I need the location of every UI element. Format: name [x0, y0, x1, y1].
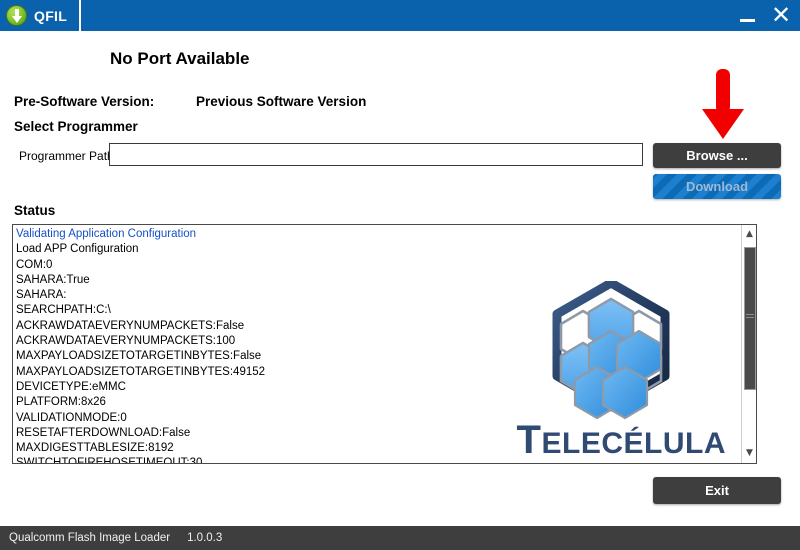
- scrollbar-thumb[interactable]: [744, 247, 756, 390]
- red-down-arrow-annotation: [702, 69, 744, 139]
- status-log-line: SAHARA:: [16, 289, 67, 302]
- port-status-heading: No Port Available: [110, 49, 250, 68]
- status-log-line: DEVICETYPE:eMMC: [16, 380, 126, 393]
- scroll-down-icon[interactable]: ▼: [742, 446, 756, 461]
- qfil-window: QFIL ✕ No Port Available Pre-Software Ve…: [0, 0, 800, 550]
- status-log-line: SWITCHTOFIREHOSETIMEOUT:30: [16, 457, 203, 464]
- status-log-line: ACKRAWDATAEVERYNUMPACKETS:100: [16, 335, 236, 348]
- status-log-list: Validating Application Configuration Load…: [16, 227, 740, 464]
- statusbar: Qualcomm Flash Image Loader 1.0.0.3: [0, 526, 800, 550]
- statusbar-app-name: Qualcomm Flash Image Loader: [9, 532, 171, 544]
- pre-software-version-value: Previous Software Version: [196, 94, 367, 109]
- status-log-line: VALIDATIONMODE:0: [16, 411, 127, 424]
- window-title-tab: QFIL: [0, 0, 82, 31]
- status-scrollbar[interactable]: ▲ ▼: [741, 225, 756, 463]
- minimize-button[interactable]: [735, 3, 761, 29]
- titlebar: QFIL ✕: [0, 0, 800, 31]
- status-log-line: RESETAFTERDOWNLOAD:False: [16, 426, 191, 439]
- download-circle-icon: [6, 5, 27, 26]
- status-log-line: MAXDIGESTTABLESIZE:8192: [16, 442, 174, 455]
- download-button[interactable]: Download: [653, 174, 781, 199]
- status-log-line: MAXPAYLOADSIZETOTARGETINBYTES:49152: [16, 365, 266, 378]
- status-log-line: MAXPAYLOADSIZETOTARGETINBYTES:False: [16, 350, 262, 363]
- browse-button[interactable]: Browse ...: [653, 143, 781, 168]
- scroll-up-icon[interactable]: ▲: [742, 227, 756, 242]
- status-log-line: PLATFORM:8x26: [16, 396, 106, 409]
- status-log-line: COM:0: [16, 258, 53, 271]
- close-icon[interactable]: ✕: [768, 3, 794, 29]
- pre-software-version-label: Pre-Software Version:: [14, 94, 155, 109]
- scrollbar-grip-icon: [746, 314, 754, 320]
- exit-button[interactable]: Exit: [653, 477, 781, 504]
- status-heading: Status: [14, 203, 56, 218]
- programmer-path-label: Programmer Path:: [19, 149, 118, 163]
- status-log-line: ACKRAWDATAEVERYNUMPACKETS:False: [16, 319, 245, 332]
- status-log-box[interactable]: TELECÉLULA Validating Application Config…: [12, 224, 757, 464]
- status-log-line: SEARCHPATH:C:\: [16, 304, 111, 317]
- main-content: No Port Available Pre-Software Version: …: [0, 31, 800, 526]
- status-log-line: Load APP Configuration: [16, 243, 139, 256]
- window-controls: ✕: [735, 0, 794, 31]
- status-log-line: SAHARA:True: [16, 273, 90, 286]
- select-programmer-heading: Select Programmer: [14, 119, 138, 134]
- app-title: QFIL: [34, 7, 68, 24]
- statusbar-version: 1.0.0.3: [187, 532, 223, 544]
- status-log-line: Validating Application Configuration: [16, 228, 197, 240]
- programmer-path-input[interactable]: [109, 143, 643, 166]
